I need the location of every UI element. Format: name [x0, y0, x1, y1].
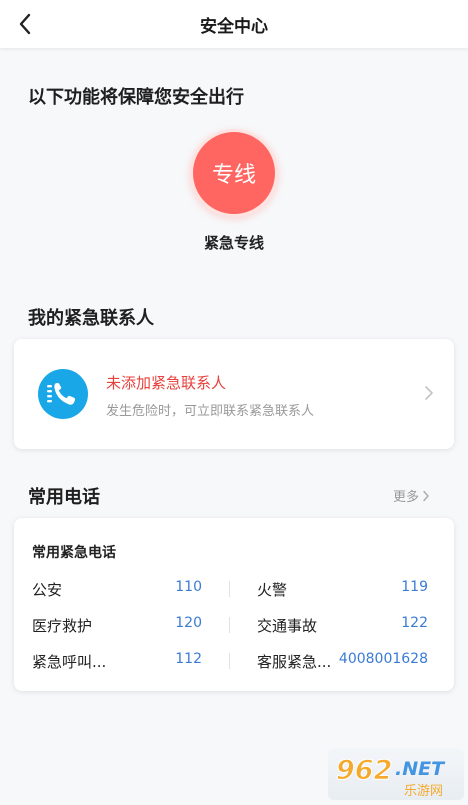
- emergency-hotline-button[interactable]: 专线: [190, 129, 278, 217]
- back-arrow-icon: [19, 13, 31, 35]
- contacts-section-title: 我的紧急联系人: [28, 308, 154, 329]
- svg-text:乐游网: 乐游网: [404, 784, 443, 799]
- phone-number-customer-service[interactable]: 4008001628: [330, 651, 428, 667]
- add-emergency-contact-card[interactable]: 未添加紧急联系人 发生危险时，可立即联系紧急联系人: [14, 339, 454, 449]
- phone-name-medical[interactable]: 医疗救护: [32, 615, 142, 636]
- phones-card-title: 常用紧急电话: [32, 545, 116, 561]
- top-bar: 安全中心: [0, 0, 468, 48]
- phone-row: 紧急呼叫... 112 客服紧急... 4008001628: [14, 651, 454, 671]
- safety-section-title: 以下功能将保障您安全出行: [28, 87, 244, 108]
- emergency-phones-card: 常用紧急电话 公安 110 火警 119 医疗救护 120 交通事故 122 紧…: [14, 518, 454, 691]
- phone-row: 公安 110 火警 119: [14, 579, 454, 599]
- svg-text:962: 962: [336, 755, 392, 786]
- contact-hint-text: 发生危险时，可立即联系紧急联系人: [106, 404, 315, 419]
- site-watermark-logo: 962 .NET 乐游网: [328, 748, 464, 800]
- hotline-button-text: 专线: [211, 163, 256, 188]
- svg-text:.NET: .NET: [395, 758, 446, 780]
- phone-icon: [38, 369, 88, 419]
- more-label: 更多: [393, 490, 420, 505]
- phone-name-police[interactable]: 公安: [32, 579, 142, 600]
- phone-number-emergency-call[interactable]: 112: [144, 651, 202, 667]
- phone-name-emergency-call[interactable]: 紧急呼叫...: [32, 651, 142, 672]
- phone-number-medical[interactable]: 120: [144, 615, 202, 631]
- chevron-right-icon: [423, 490, 429, 501]
- column-divider: [229, 653, 230, 669]
- phone-number-police[interactable]: 110: [144, 579, 202, 595]
- contact-status-text: 未添加紧急联系人: [106, 374, 227, 392]
- phones-section-title: 常用电话: [28, 487, 100, 508]
- back-button[interactable]: [10, 9, 40, 39]
- column-divider: [229, 617, 230, 633]
- phone-number-traffic[interactable]: 122: [344, 615, 428, 631]
- more-link[interactable]: 更多: [393, 486, 430, 505]
- chevron-right-icon: [425, 386, 433, 400]
- column-divider: [229, 581, 230, 597]
- phone-number-fire[interactable]: 119: [344, 579, 428, 595]
- hotline-label: 紧急专线: [203, 234, 264, 252]
- phone-row: 医疗救护 120 交通事故 122: [14, 615, 454, 635]
- page-title: 安全中心: [200, 16, 268, 37]
